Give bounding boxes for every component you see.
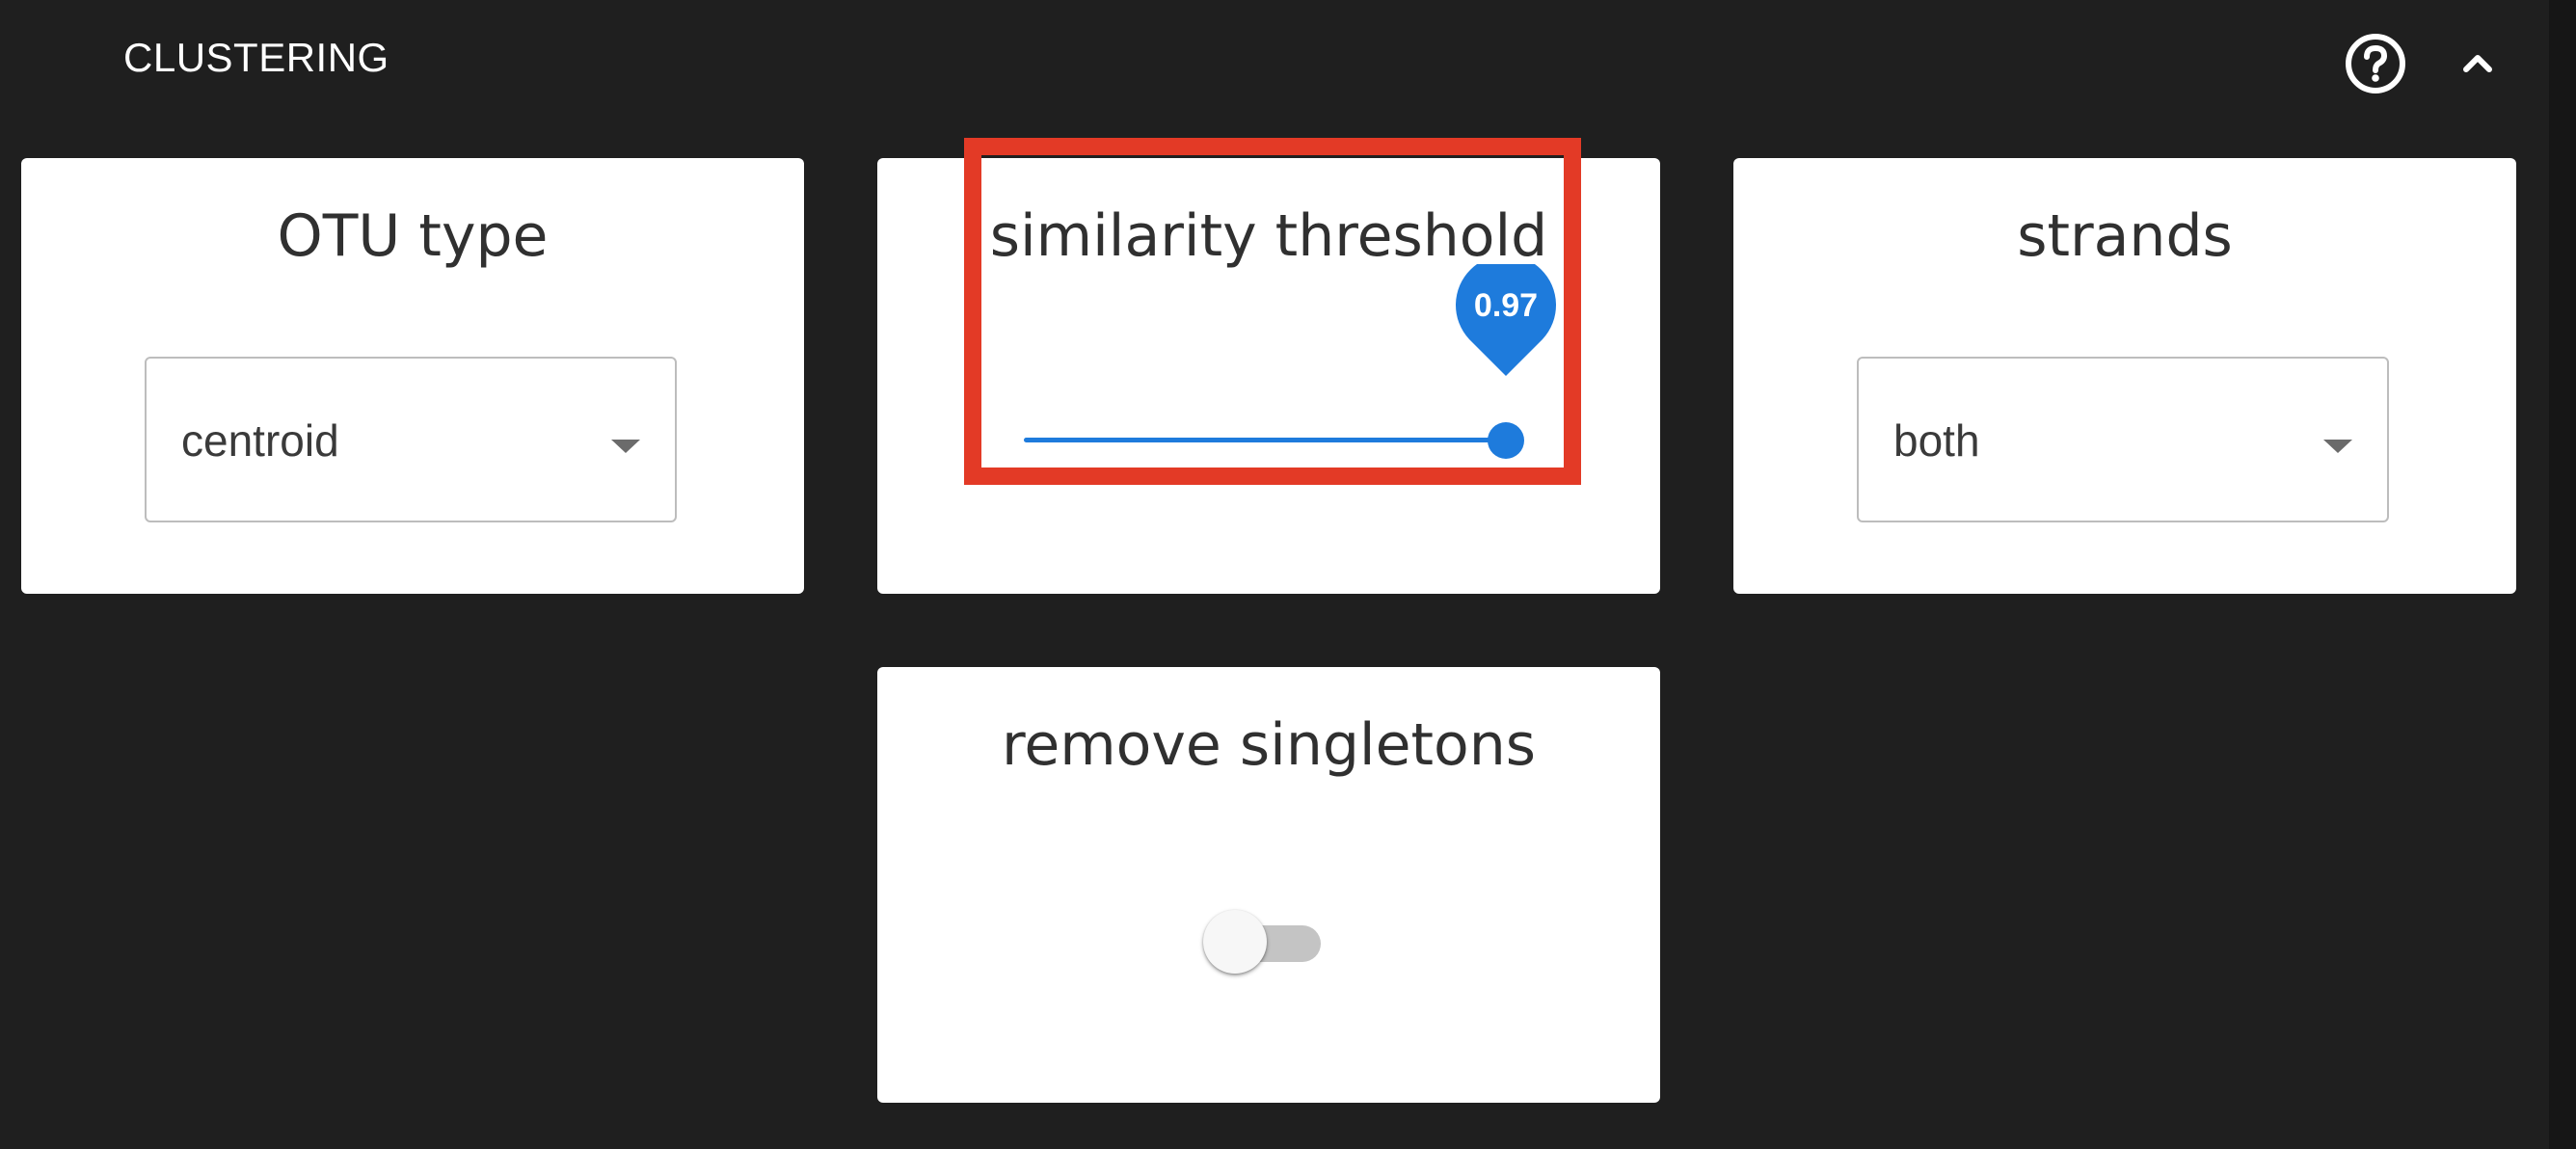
slider-value-label: 0.97 [1456,254,1556,378]
toggle-knob [1203,910,1267,974]
otu-type-value: centroid [181,415,339,466]
slider-track [1024,438,1506,442]
strands-title: strands [2017,202,2233,270]
help-button[interactable] [2341,29,2410,98]
otu-type-select[interactable]: centroid [145,357,677,522]
strands-value: both [1893,415,1980,466]
strands-card: strands both [1733,158,2516,594]
remove-singletons-card: remove singletons [877,667,1660,1103]
remove-singletons-toggle[interactable] [1195,904,1340,981]
dropdown-arrow-icon [2323,440,2352,453]
chevron-up-icon [2463,55,2492,72]
scrollbar-gutter [2549,0,2576,1149]
otu-type-card: OTU type centroid [21,158,804,594]
strands-select[interactable]: both [1857,357,2389,522]
otu-type-title: OTU type [277,202,549,270]
similarity-threshold-title: similarity threshold [989,202,1548,270]
dropdown-arrow-icon [611,440,640,453]
collapse-button[interactable] [2443,29,2512,98]
similarity-threshold-slider[interactable]: 0.97 [1024,254,1556,468]
clustering-panel: CLUSTERING OTU type centroid similarity … [0,0,2576,1149]
similarity-threshold-card: similarity threshold 0.97 [877,158,1660,594]
slider-thumb[interactable] [1488,422,1524,459]
section-title: CLUSTERING [123,35,389,80]
slider-value-text: 0.97 [1473,287,1539,324]
help-circle-icon [2346,34,2405,94]
remove-singletons-title: remove singletons [1001,711,1537,779]
